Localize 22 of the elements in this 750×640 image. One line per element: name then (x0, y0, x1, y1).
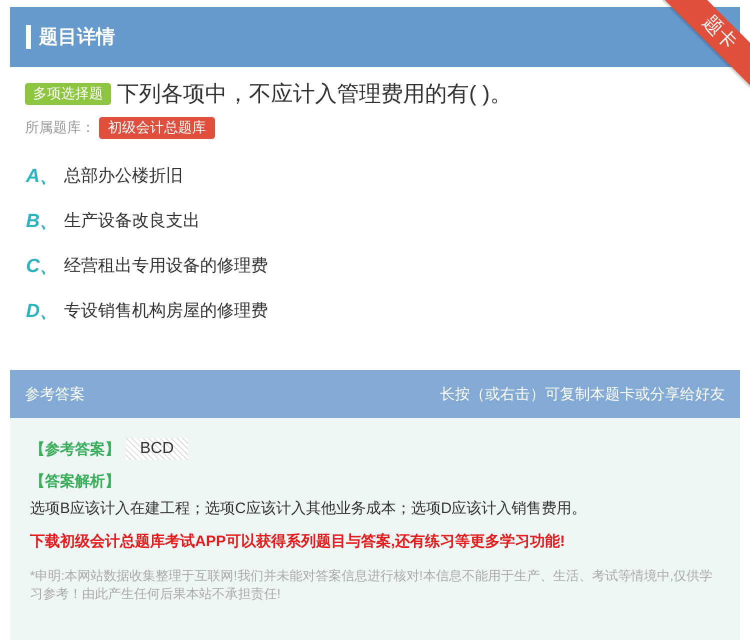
bank-label: 所属题库： (25, 119, 95, 137)
option-letter: B、 (26, 210, 60, 234)
answer-value: BCD (126, 438, 188, 460)
answer-section-title: 参考答案 (25, 384, 85, 404)
question-type-tag: 多项选择题 (25, 83, 111, 105)
option-text: 经营租出专用设备的修理费 (64, 255, 268, 277)
answer-label: 【参考答案】 (30, 440, 120, 458)
title-accent-bar (26, 25, 31, 49)
option-text: 生产设备改良支出 (64, 210, 200, 232)
analysis-label: 【答案解析】 (30, 472, 121, 491)
option-text: 专设销售机构房屋的修理费 (64, 300, 268, 322)
question-text: 下列各项中，不应计入管理费用的有( )。 (117, 80, 512, 108)
analysis-text: 选项B应该计入在建工程；选项C应该计入其他业务成本；选项D应该计入销售费用。 (30, 499, 588, 518)
option-text: 总部办公楼折旧 (64, 165, 183, 187)
share-hint: 长按（或右击）可复制本题卡或分享给好友 (440, 384, 725, 404)
disclaimer-text: *申明:本网站数据收集整理于互联网!我们并未能对答案信息进行核对!本信息不能用于生产、生活、考试等情境中,仅供学习参考！由此产生任何后果本站不承担责任! (30, 567, 714, 603)
option-letter: C、 (26, 254, 60, 278)
section-title: 题目详情 (39, 26, 115, 50)
option-letter: A、 (26, 164, 60, 188)
bank-tag[interactable]: 初级会计总题库 (99, 117, 215, 139)
option-letter: D、 (26, 300, 60, 324)
app-promo-text: 下载初级会计总题库考试APP可以获得系列题目与答案,还有练习等更多学习功能! (30, 532, 566, 551)
